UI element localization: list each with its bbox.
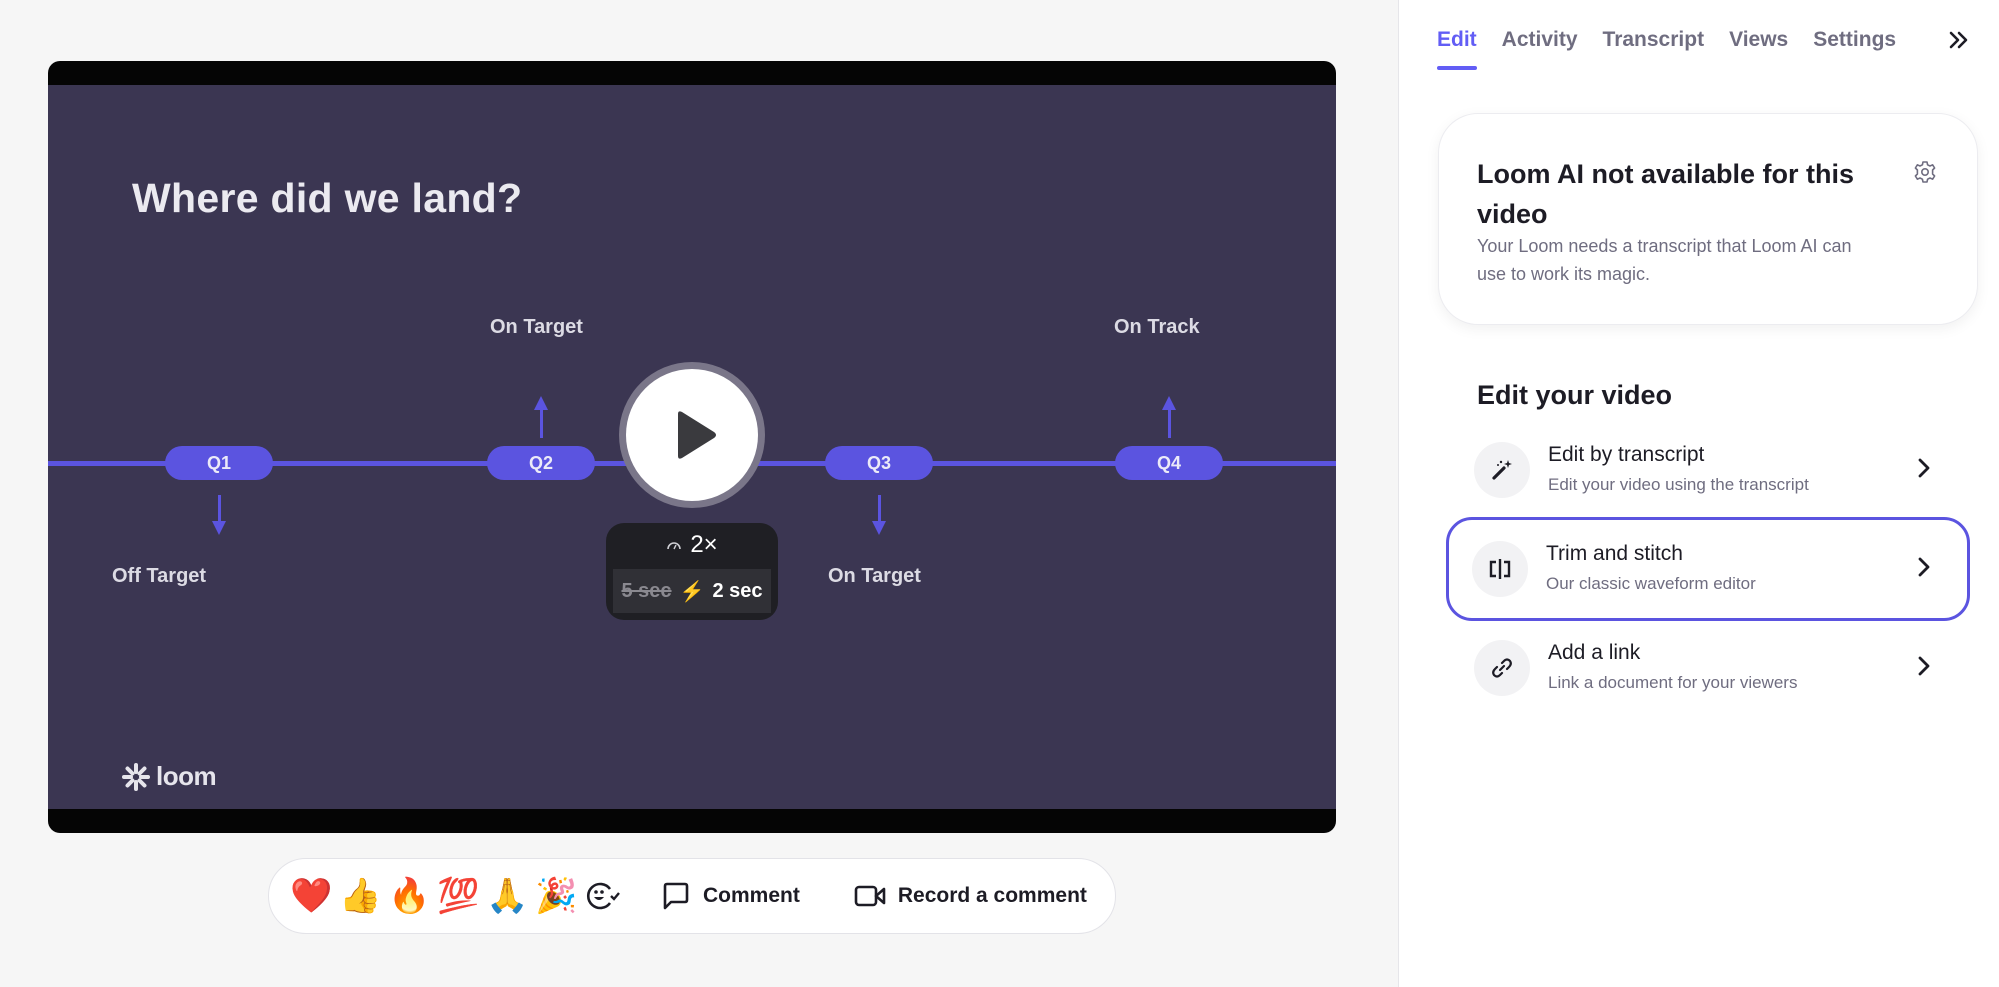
loom-starburst-icon	[122, 762, 150, 791]
edit-item-title: Add a link	[1548, 641, 1641, 664]
reaction-heart[interactable]: ❤️	[287, 879, 336, 913]
play-icon	[678, 411, 716, 459]
loom-wordmark: loom	[156, 761, 217, 791]
speed-multiplier: 2×	[690, 531, 718, 558]
quarter-pill-q4: Q4	[1115, 446, 1223, 480]
ai-card-title: Loom AI not available for this video	[1477, 159, 1855, 229]
time-saved-row: 5 sec ⚡ 2 sec	[613, 569, 771, 613]
edit-item-subtitle: Our classic waveform editor	[1546, 574, 1756, 593]
ai-card-description: Your Loom needs a transcript that Loom A…	[1477, 236, 1852, 284]
play-button[interactable]	[619, 362, 765, 508]
add-a-link-item[interactable]: Add a link Link a document for your view…	[1448, 616, 1968, 720]
collapse-sidebar-button[interactable]	[1947, 28, 1971, 57]
fast-duration: 2 sec	[712, 579, 763, 602]
trim-and-stitch-item[interactable]: Trim and stitch Our classic waveform edi…	[1446, 517, 1970, 621]
edit-text: Edit by transcript Edit your video using…	[1548, 440, 1809, 500]
edit-item-title: Trim and stitch	[1546, 542, 1683, 565]
quarter-pill-q1: Q1	[165, 446, 273, 480]
lightning-icon: ⚡	[679, 580, 705, 603]
playback-speed-badge[interactable]: 2× 5 sec ⚡ 2 sec	[606, 523, 778, 620]
arrow-up-icon	[1162, 396, 1176, 438]
main-content: Where did we land? Q1 Off Target Q2 On T…	[0, 0, 1398, 987]
edit-text: Add a link Link a document for your view…	[1548, 638, 1797, 698]
gear-icon	[1914, 161, 1936, 183]
arrow-down-icon	[872, 495, 886, 535]
add-reaction-icon	[587, 882, 620, 910]
edit-item-subtitle: Link a document for your viewers	[1548, 673, 1798, 692]
edit-section-heading: Edit your video	[1477, 380, 1673, 410]
chevron-right-icon	[1916, 654, 1932, 683]
arrow-down-icon	[212, 495, 226, 535]
quarter-pill-q2: Q2	[487, 446, 595, 480]
edit-icon-bg	[1472, 541, 1528, 597]
status-label-q4: On Track	[1114, 316, 1200, 338]
edit-text: Trim and stitch Our classic waveform edi…	[1546, 539, 1756, 599]
comment-icon	[663, 882, 689, 910]
arrow-up-icon	[534, 396, 548, 438]
chevron-right-icon	[1916, 555, 1932, 584]
comment-label: Comment	[703, 884, 800, 907]
reaction-bar: ❤️ 👍 🔥 💯 🙏 🎉 Comment Record a comment	[268, 858, 1116, 934]
speed-row: 2×	[606, 523, 778, 567]
reaction-pray[interactable]: 🙏	[483, 879, 532, 913]
video-player[interactable]: Where did we land? Q1 Off Target Q2 On T…	[48, 61, 1336, 833]
reaction-thumbs-up[interactable]: 👍	[336, 879, 385, 913]
double-chevron-right-icon	[1949, 31, 1968, 49]
status-label-q3: On Target	[828, 565, 921, 587]
tab-views[interactable]: Views	[1729, 28, 1788, 70]
tab-settings[interactable]: Settings	[1813, 28, 1896, 70]
edit-icon-bg	[1474, 442, 1530, 498]
tab-transcript[interactable]: Transcript	[1603, 28, 1705, 70]
tab-activity[interactable]: Activity	[1502, 28, 1578, 70]
video-camera-icon	[854, 885, 886, 907]
reaction-party-popper[interactable]: 🎉	[532, 879, 581, 913]
sidebar: Edit Activity Transcript Views Settings …	[1398, 0, 1999, 987]
edit-item-subtitle: Edit your video using the transcript	[1548, 475, 1809, 494]
edit-item-title: Edit by transcript	[1548, 443, 1705, 466]
chevron-right-icon	[1916, 456, 1932, 485]
reaction-hundred[interactable]: 💯	[434, 879, 483, 913]
slide-title: Where did we land?	[132, 175, 523, 221]
quarter-pill-q3: Q3	[825, 446, 933, 480]
ai-settings-button[interactable]	[1913, 160, 1937, 189]
record-comment-label: Record a comment	[897, 884, 1087, 907]
link-icon	[1492, 658, 1512, 678]
record-comment-button[interactable]: Record a comment	[854, 884, 1087, 908]
status-label-q2: On Target	[490, 316, 583, 338]
comment-button[interactable]: Comment	[661, 881, 800, 911]
tab-edit[interactable]: Edit	[1437, 28, 1477, 70]
loom-ai-card: Loom AI not available for this video You…	[1438, 113, 1978, 325]
magic-wand-icon	[1492, 460, 1512, 480]
trim-icon	[1489, 559, 1511, 579]
speedometer-icon	[667, 542, 682, 550]
reaction-fire[interactable]: 🔥	[385, 879, 434, 913]
sidebar-tabs: Edit Activity Transcript Views Settings	[1437, 28, 1896, 70]
edit-icon-bg	[1474, 640, 1530, 696]
play-button-face	[626, 369, 758, 501]
original-duration: 5 sec	[621, 579, 672, 602]
add-reaction-button[interactable]	[581, 881, 627, 911]
edit-by-transcript-item[interactable]: Edit by transcript Edit your video using…	[1448, 418, 1968, 522]
status-label-q1: Off Target	[112, 565, 207, 587]
loom-logo: loom	[122, 761, 217, 792]
